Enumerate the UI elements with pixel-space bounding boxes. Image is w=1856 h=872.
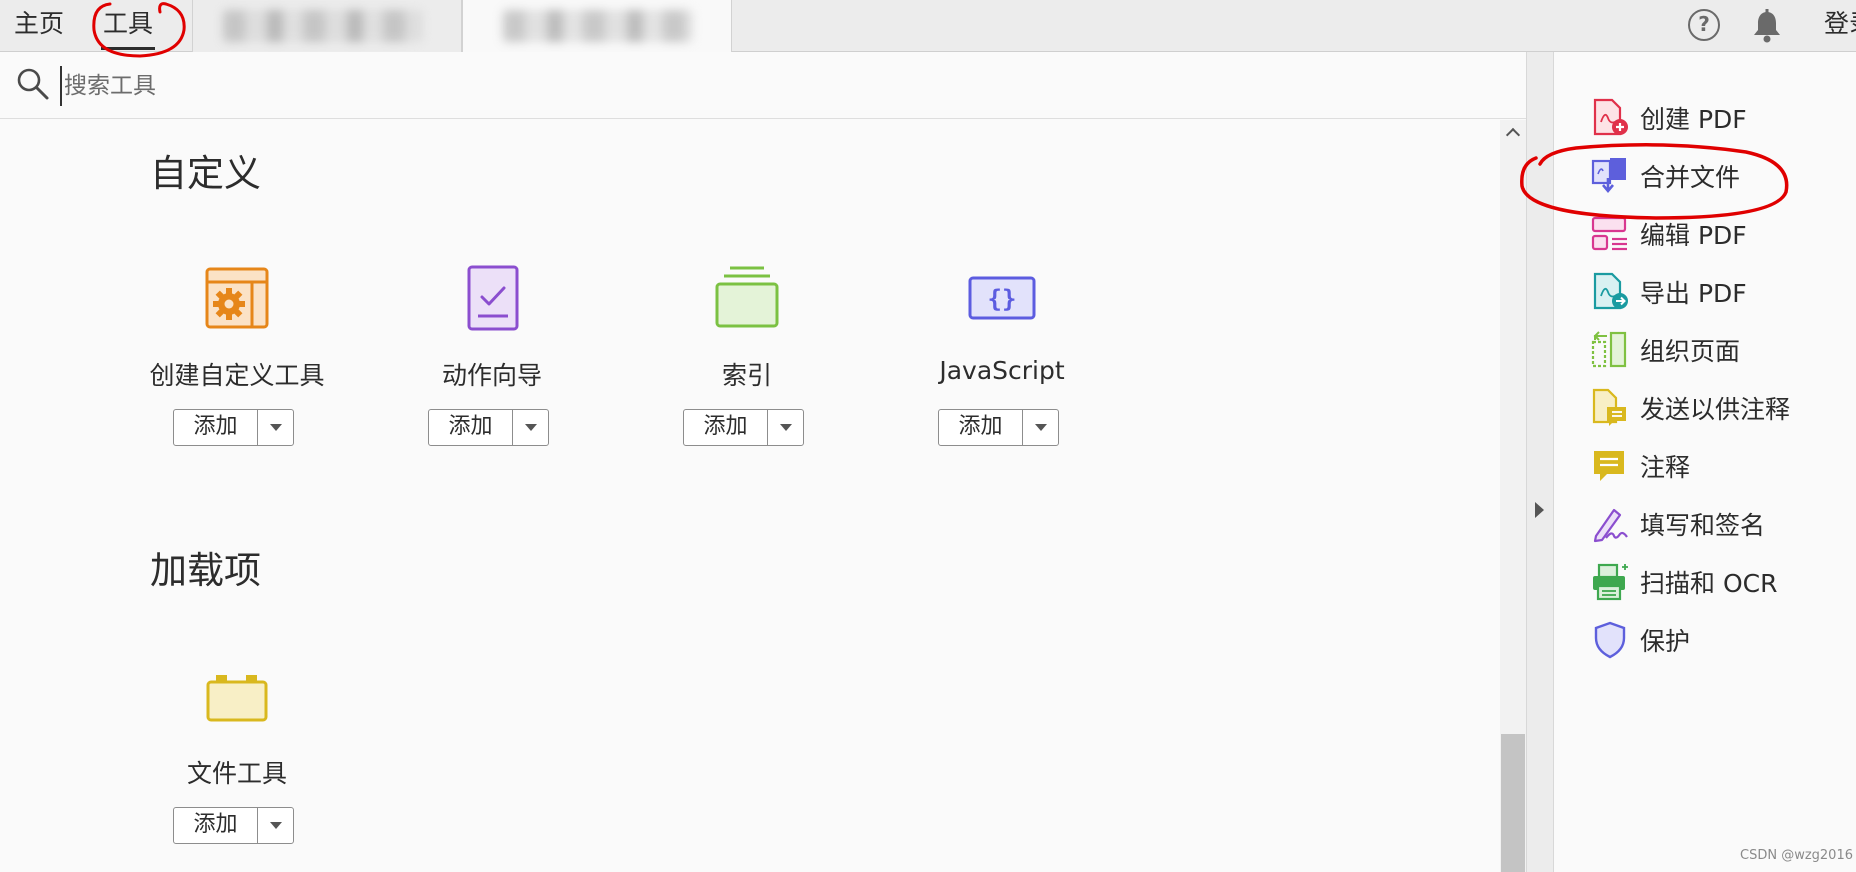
right-tools-panel: 创建 PDF 合并文件 编辑 PDF 导出 PDF 组织页面 发送以供注释 注释… bbox=[1554, 52, 1856, 872]
tool-card-file-tool[interactable]: 文件工具 添加 bbox=[117, 661, 357, 872]
watermark: CSDN @wzg2016 bbox=[1740, 848, 1853, 863]
create-pdf-icon bbox=[1593, 98, 1628, 136]
right-panel-item-label: 注释 bbox=[1640, 453, 1691, 482]
send-comment-icon bbox=[1592, 388, 1626, 426]
scan-ocr-icon bbox=[1593, 563, 1628, 601]
right-panel-item-scan-ocr[interactable]: 扫描和 OCR bbox=[1590, 556, 1850, 608]
nav-tools-label: 工具 bbox=[103, 9, 154, 38]
add-split-button: 添加 bbox=[428, 409, 549, 446]
tool-card-javascript[interactable]: {} JavaScript 添加 bbox=[882, 263, 1122, 493]
tool-label: JavaScript bbox=[939, 356, 1065, 385]
add-button[interactable]: 添加 bbox=[429, 410, 513, 445]
search-input[interactable] bbox=[60, 66, 960, 106]
right-panel-item-export-pdf[interactable]: 导出 PDF bbox=[1590, 266, 1850, 318]
tool-card-index[interactable]: 索引 添加 bbox=[627, 263, 867, 493]
right-panel-item-organize-pages[interactable]: 组织页面 bbox=[1590, 324, 1850, 376]
right-panel-item-combine-files[interactable]: 合并文件 bbox=[1590, 150, 1850, 202]
add-dropdown-chevron-icon[interactable] bbox=[513, 410, 548, 445]
nav-home-tab[interactable]: 主页 bbox=[14, 0, 64, 52]
custom-tool-icon bbox=[205, 267, 269, 329]
notification-bell-icon[interactable] bbox=[1750, 8, 1784, 44]
right-panel-item-edit-pdf[interactable]: 编辑 PDF bbox=[1590, 208, 1850, 260]
right-panel-item-label: 扫描和 OCR bbox=[1640, 569, 1778, 598]
comment-icon bbox=[1594, 451, 1624, 481]
active-tab-underline bbox=[101, 47, 156, 50]
file-tool-icon bbox=[206, 675, 268, 722]
tool-label: 创建自定义工具 bbox=[149, 361, 325, 390]
tool-label: 索引 bbox=[721, 361, 772, 390]
index-icon bbox=[715, 266, 779, 328]
svg-text:{}: {} bbox=[988, 285, 1017, 313]
right-panel-item-label: 创建 PDF bbox=[1640, 105, 1747, 134]
add-split-button: 添加 bbox=[173, 807, 294, 844]
search-icon bbox=[17, 68, 49, 100]
top-nav-bar: 主页 工具 ? 登录 bbox=[0, 0, 1856, 52]
right-panel-item-protect[interactable]: 保护 bbox=[1590, 614, 1850, 666]
add-button[interactable]: 添加 bbox=[174, 808, 258, 843]
right-panel-item-label: 导出 PDF bbox=[1640, 279, 1747, 308]
right-panel-item-label: 组织页面 bbox=[1640, 337, 1741, 366]
tools-main-panel: 自定义 创建自定义工具 添加 动作向导 添加 索引 添加 {} JavaScri… bbox=[0, 120, 1500, 872]
login-link[interactable]: 登录 bbox=[1824, 0, 1856, 52]
right-panel-item-label: 合并文件 bbox=[1640, 163, 1741, 192]
add-split-button: 添加 bbox=[173, 409, 294, 446]
combine-files-icon bbox=[1591, 158, 1626, 194]
add-dropdown-chevron-icon[interactable] bbox=[768, 410, 803, 445]
action-wizard-icon bbox=[467, 265, 519, 331]
document-tab-1[interactable] bbox=[192, 0, 462, 52]
export-pdf-icon bbox=[1593, 272, 1628, 310]
blurred-tab-title bbox=[223, 10, 423, 42]
shield-icon bbox=[1594, 621, 1626, 659]
help-icon[interactable]: ? bbox=[1688, 9, 1720, 41]
add-button[interactable]: 添加 bbox=[684, 410, 768, 445]
tool-card-action-wizard[interactable]: 动作向导 添加 bbox=[372, 263, 612, 493]
section-title-addons: 加载项 bbox=[150, 549, 261, 592]
javascript-icon: {} bbox=[968, 276, 1036, 320]
right-panel-item-fill-and-sign[interactable]: 填写和签名 bbox=[1590, 498, 1850, 550]
right-panel-item-comment[interactable]: 注释 bbox=[1590, 440, 1850, 492]
add-dropdown-chevron-icon[interactable] bbox=[258, 808, 293, 843]
right-panel-item-create-pdf[interactable]: 创建 PDF bbox=[1590, 92, 1850, 144]
right-panel-item-label: 填写和签名 bbox=[1640, 511, 1766, 540]
right-panel-item-label: 保护 bbox=[1640, 627, 1691, 656]
add-button[interactable]: 添加 bbox=[939, 410, 1023, 445]
tool-label: 文件工具 bbox=[186, 759, 287, 788]
add-split-button: 添加 bbox=[938, 409, 1059, 446]
collapse-arrow-icon[interactable] bbox=[1535, 502, 1544, 518]
section-title-custom: 自定义 bbox=[150, 152, 261, 195]
scroll-up-arrow-icon[interactable] bbox=[1500, 122, 1526, 144]
add-dropdown-chevron-icon[interactable] bbox=[1023, 410, 1058, 445]
organize-pages-icon bbox=[1591, 331, 1627, 368]
add-split-button: 添加 bbox=[683, 409, 804, 446]
tool-card-create-custom-tool[interactable]: 创建自定义工具 添加 bbox=[117, 263, 357, 493]
add-dropdown-chevron-icon[interactable] bbox=[258, 410, 293, 445]
document-tab-2[interactable] bbox=[462, 0, 732, 52]
right-panel-item-send-for-comments[interactable]: 发送以供注释 bbox=[1590, 382, 1850, 434]
right-panel-item-label: 发送以供注释 bbox=[1640, 395, 1791, 424]
fill-sign-icon bbox=[1593, 508, 1628, 543]
scrollbar-thumb[interactable] bbox=[1501, 734, 1525, 872]
tool-search-bar bbox=[0, 52, 1526, 119]
nav-tools-tab[interactable]: 工具 bbox=[101, 0, 156, 52]
right-panel-collapse-strip[interactable] bbox=[1526, 52, 1554, 872]
main-scrollbar[interactable] bbox=[1500, 120, 1526, 872]
edit-pdf-icon bbox=[1591, 216, 1627, 251]
add-button[interactable]: 添加 bbox=[174, 410, 258, 445]
blurred-tab-title bbox=[503, 10, 693, 42]
right-panel-item-label: 编辑 PDF bbox=[1640, 221, 1747, 250]
tool-label: 动作向导 bbox=[441, 361, 542, 390]
